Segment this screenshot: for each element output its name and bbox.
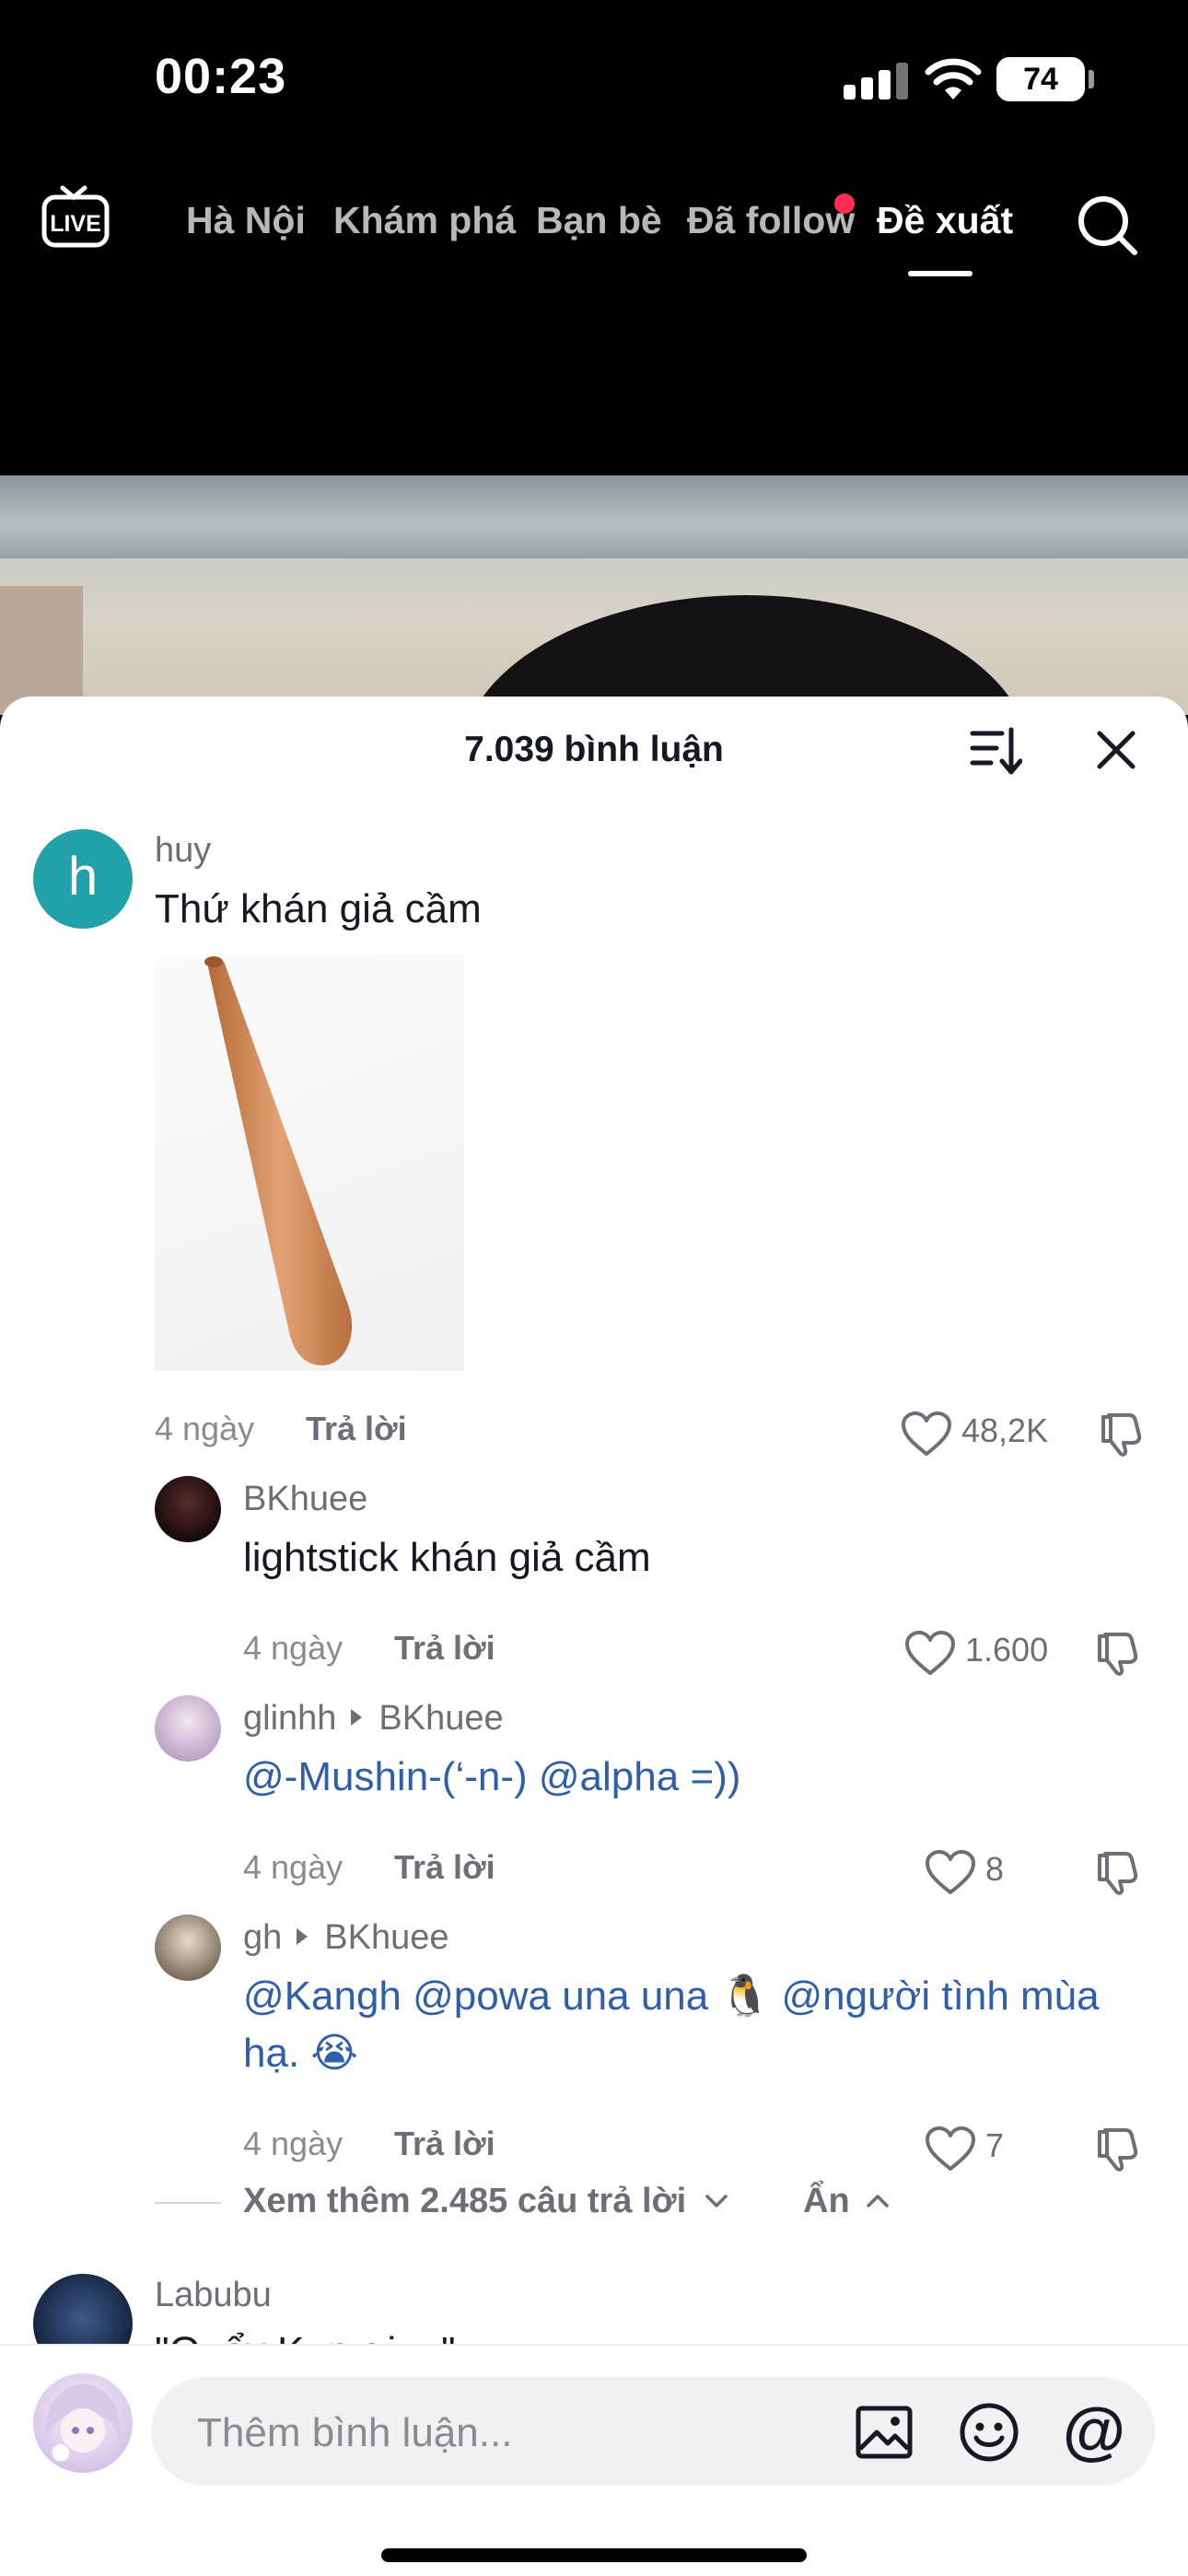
tab-kham-pha[interactable]: Khám phá [333,199,516,242]
hide-replies-button[interactable]: Ẩn [803,2182,891,2221]
avatar-huy[interactable]: h [33,829,133,929]
reply-author[interactable]: glinhh [243,1699,336,1738]
battery-level: 74 [1023,62,1058,97]
home-indicator [381,2548,807,2562]
reply-button[interactable]: Trả lời [394,1629,495,1668]
search-icon[interactable] [1076,193,1140,258]
anime-avatar-icon [45,2383,121,2463]
heart-icon[interactable] [901,1411,952,1458]
status-bar: 00:23 74 [0,0,1188,157]
comment-input-placeholder: Thêm bình luận... [197,2410,513,2455]
heart-icon[interactable] [904,1631,956,1677]
top-nav: LIVE Hà Nội Khám phá Bạn bè Đã follow Đề… [0,157,1188,286]
like-count: 48,2K [961,1411,1049,1449]
battery-icon: 74 [996,57,1085,101]
image-icon[interactable] [855,2403,914,2462]
reply-button[interactable]: Trả lời [394,2125,495,2163]
tab-ha-noi[interactable]: Hà Nội [186,199,306,242]
comment-text: Thứ khán giả cầm [155,886,482,931]
reply-to-arrow-icon [351,1709,363,1726]
current-user-avatar[interactable] [33,2373,133,2473]
reply-to-user[interactable]: BKhuee [324,1918,448,1957]
baseball-bat-icon [204,956,353,1365]
avatar-glinhh[interactable] [155,1695,221,1762]
heart-icon[interactable] [925,1850,976,1896]
reply-username[interactable]: glinhh BKhuee [243,1699,504,1739]
comment-username[interactable]: Labubu [155,2276,272,2315]
comment-username[interactable]: huy [155,831,211,871]
sort-icon[interactable] [969,724,1022,778]
reply-date: 4 ngày [243,1629,344,1667]
comment-input[interactable]: Thêm bình luận... @ [151,2377,1155,2486]
tab-da-follow[interactable]: Đã follow [687,199,855,242]
video-door [0,586,83,715]
close-icon[interactable] [1092,726,1140,774]
avatar-bkhuee[interactable] [155,1476,221,1542]
view-more-replies-button[interactable]: Xem thêm 2.485 câu trả lời [243,2182,729,2221]
reply-button[interactable]: Trả lời [306,1410,407,1448]
reply-to-user[interactable]: BKhuee [379,1699,503,1738]
reply-date: 4 ngày [243,1848,344,1886]
reply-username[interactable]: BKhuee [243,1480,367,1519]
mention-icon[interactable]: @ [1061,2397,1127,2464]
cellular-signal-icon [844,63,908,100]
reply-text-mentions[interactable]: @Kangh @powa una una 🐧 @người tình mùa h… [243,1968,1155,2082]
heart-icon[interactable] [925,2126,976,2172]
tab-ban-be[interactable]: Bạn bè [536,199,662,242]
chevron-down-icon [705,2195,728,2207]
reply-button[interactable]: Trả lời [394,1848,495,1887]
like-count: 7 [985,2126,1005,2164]
tab-de-xuat[interactable]: Đề xuất [877,199,1013,242]
active-tab-indicator [908,271,973,276]
dislike-icon[interactable] [1092,1848,1140,1896]
reply-text: lightstick khán giả cầm [243,1535,651,1580]
chevron-up-icon [867,2195,889,2207]
avatar-gh[interactable] [155,1914,221,1981]
hide-label: Ẩn [803,2182,850,2220]
reply-username[interactable]: gh BKhuee [243,1918,449,1958]
like-count: 1.600 [965,1631,1049,1669]
video-preview[interactable] [0,475,1188,715]
view-more-divider [155,2202,221,2204]
dislike-icon[interactable] [1096,1410,1144,1458]
dislike-icon[interactable] [1092,2125,1140,2172]
live-label: LIVE [50,211,101,237]
status-time: 00:23 [155,49,287,104]
reply-text-mentions[interactable]: @-Mushin-(‘-n-) @alpha =)) [243,1749,740,1806]
comment-image-bat[interactable] [155,954,464,1371]
notification-dot [834,193,855,214]
wifi-icon [925,58,982,100]
comments-sheet: 7.039 bình luận h huy Thứ khán giả cầm 4… [0,697,1188,2576]
reply-date: 4 ngày [243,2125,344,2162]
emoji-icon[interactable] [958,2401,1020,2464]
dislike-icon[interactable] [1092,1629,1140,1677]
reply-author[interactable]: gh [243,1918,282,1957]
view-more-label: Xem thêm 2.485 câu trả lời [243,2182,687,2220]
reply-to-arrow-icon [297,1928,309,1945]
battery-nub [1089,70,1094,88]
video-ceiling [0,475,1188,558]
live-tv-icon[interactable]: LIVE [41,182,111,249]
comment-date: 4 ngày [155,1410,255,1447]
comment-input-bar: Thêm bình luận... @ [0,2344,1188,2576]
like-count: 8 [985,1850,1005,1888]
